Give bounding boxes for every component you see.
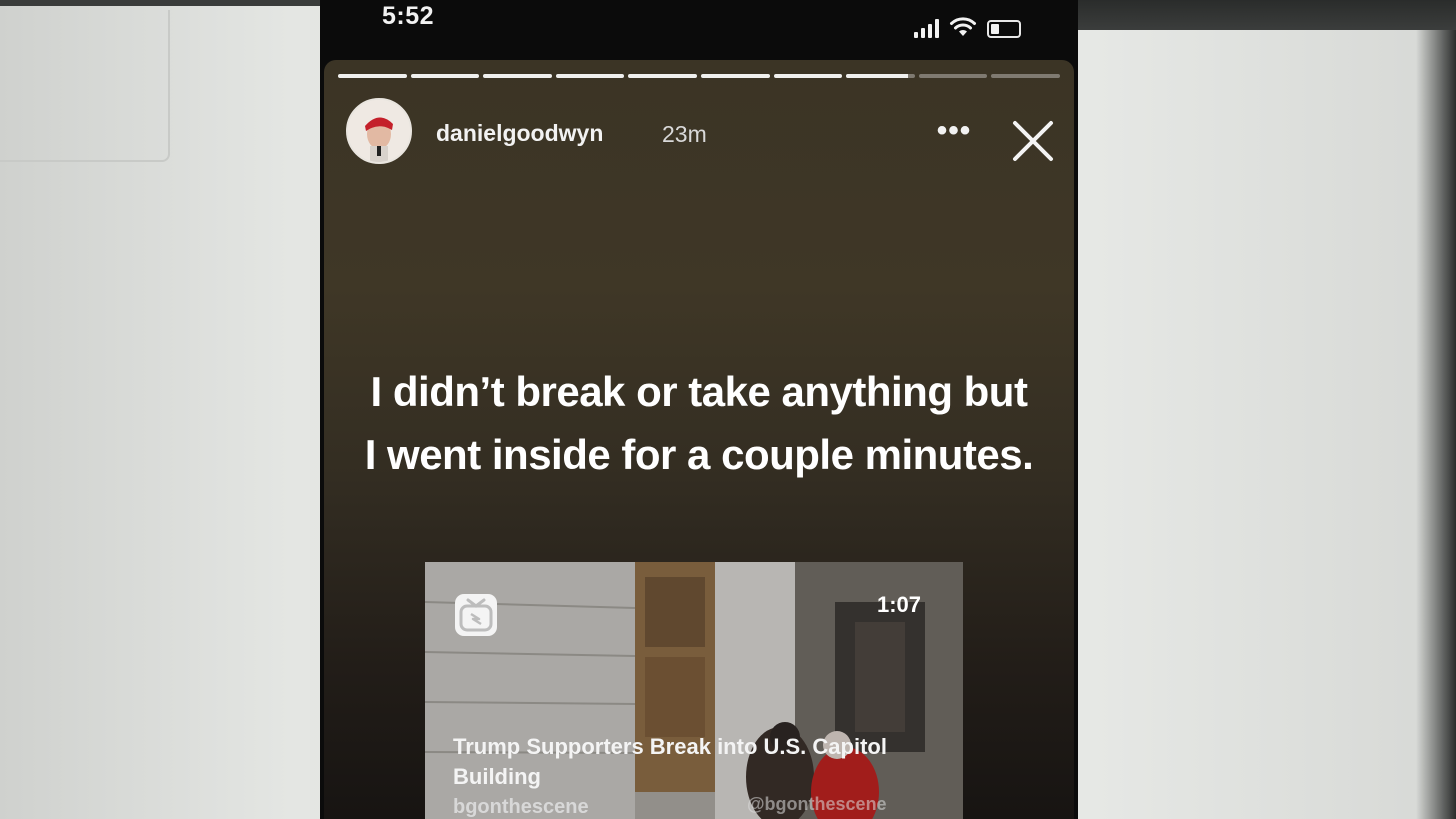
story-progress-segment [628, 74, 697, 78]
story-progress-fill [555, 74, 625, 78]
monitor-bezel-top-right [1070, 0, 1456, 30]
story-progress-segment [555, 74, 625, 78]
status-bar: 5:52 [320, 0, 1078, 58]
status-icons [914, 16, 1021, 38]
story-progress-fill [410, 74, 480, 78]
story-progress-fill [338, 74, 407, 78]
video-author[interactable]: bgonthescene [453, 796, 589, 819]
story-timestamp: 23m [662, 121, 707, 147]
video-title: Trump Supporters Break into U.S. Capitol… [453, 734, 887, 789]
monitor-bezel-top-left [0, 0, 330, 6]
close-button[interactable] [1010, 118, 1056, 164]
story-progress-fill [628, 74, 697, 78]
story-progress-fill [773, 74, 843, 78]
story-progress-bars [338, 74, 1060, 78]
phone-screen: 5:52 danielgoodwyn 23m ••• I didn’t brea… [320, 0, 1078, 819]
video-watermark: @bgonthescene [747, 794, 887, 814]
cellular-signal-icon [914, 18, 939, 38]
story-progress-fill [846, 74, 908, 78]
background-window-frame [0, 10, 170, 162]
story-header: danielgoodwyn 23m ••• [346, 98, 1056, 164]
story-progress-segment [410, 74, 480, 78]
battery-low-icon [987, 20, 1021, 38]
story-progress-segment [338, 74, 407, 78]
story-viewer[interactable]: danielgoodwyn 23m ••• I didn’t break or … [324, 60, 1074, 819]
igtv-video-card[interactable]: 1:07 Trump Supporters Break into U.S. Ca… [425, 562, 963, 819]
monitor-bezel-right [1416, 30, 1456, 819]
story-progress-segment [846, 74, 915, 78]
status-time: 5:52 [382, 2, 435, 30]
story-progress-segment [700, 74, 770, 78]
story-progress-segment [991, 74, 1060, 78]
story-progress-fill [700, 74, 770, 78]
wifi-icon [950, 17, 976, 36]
avatar[interactable] [346, 98, 412, 164]
video-duration: 1:07 [877, 592, 922, 617]
igtv-icon [455, 594, 497, 636]
more-options-button[interactable]: ••• [934, 116, 974, 146]
story-caption: I didn’t break or take anything but I we… [364, 368, 1034, 478]
close-icon [1013, 121, 1053, 161]
story-progress-fill [483, 74, 552, 78]
story-progress-segment [483, 74, 552, 78]
story-progress-segment [918, 74, 988, 78]
story-progress-segment [773, 74, 843, 78]
story-username[interactable]: danielgoodwyn [436, 120, 603, 147]
